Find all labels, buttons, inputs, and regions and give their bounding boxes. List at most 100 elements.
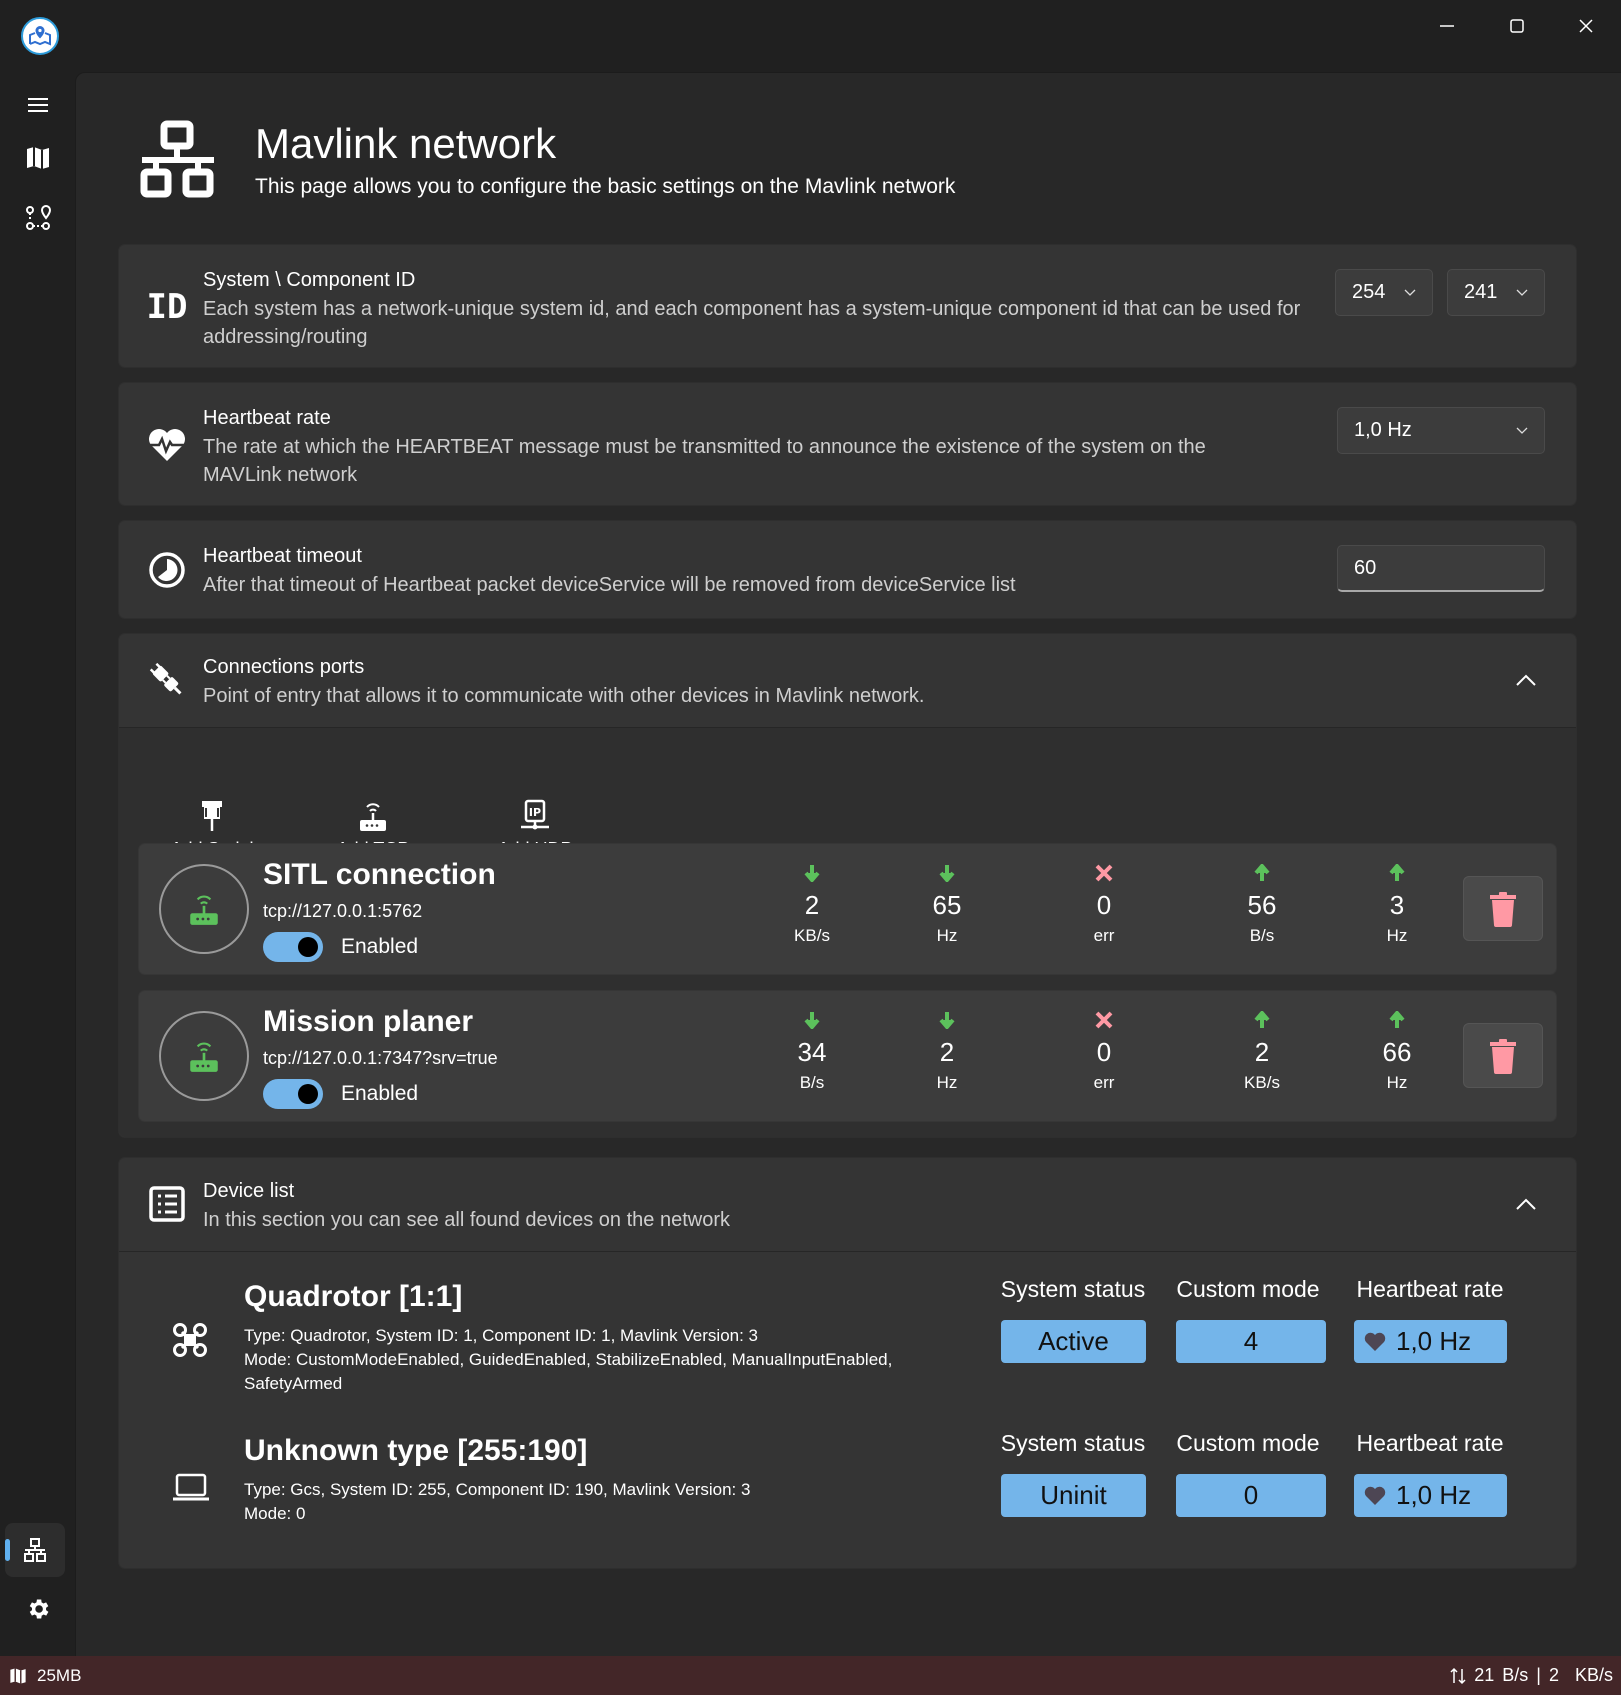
- system-id-dropdown[interactable]: 254: [1335, 269, 1433, 316]
- delete-connection-button[interactable]: [1463, 1023, 1543, 1088]
- chevron-down-icon: [1516, 427, 1528, 434]
- component-id-dropdown[interactable]: 241: [1447, 269, 1545, 316]
- connection-enabled-toggle[interactable]: [263, 1079, 323, 1109]
- system-id-value: 254: [1352, 281, 1386, 303]
- sidebar-item-map[interactable]: [16, 136, 60, 180]
- connections-description: Point of entry that allows it to communi…: [203, 685, 925, 707]
- heartbeat-timeout-value: 60: [1354, 556, 1377, 579]
- trash-icon: [1490, 1038, 1516, 1074]
- heart-pulse-icon: [145, 423, 189, 467]
- gear-icon: [29, 1599, 49, 1619]
- device-list-collapse-button[interactable]: [1506, 1184, 1546, 1224]
- heartbeat-rate-description: The rate at which the HEARTBEAT message …: [203, 436, 1206, 486]
- system-status-label: System status: [1000, 1430, 1146, 1456]
- device-mode-cont: SafetyArmed: [244, 1374, 343, 1393]
- map-icon: [10, 1667, 26, 1684]
- heart-icon: [1364, 1486, 1386, 1505]
- connection-name: Mission planer: [263, 1005, 474, 1038]
- device-mode: Mode: 0: [244, 1504, 306, 1523]
- connection-url: tcp://127.0.0.1:5762: [263, 901, 423, 921]
- svg-text:IP: IP: [529, 806, 541, 819]
- route-icon: [26, 204, 52, 230]
- custom-mode-badge: 0: [1176, 1474, 1326, 1517]
- chevron-up-icon: [1516, 674, 1536, 686]
- heartbeat-rate-title: Heartbeat rate: [203, 407, 331, 429]
- arrow-up-icon: [1389, 864, 1405, 881]
- delete-connection-button[interactable]: [1463, 876, 1543, 941]
- page-subtitle: This page allows you to configure the ba…: [255, 175, 956, 198]
- router-icon: [190, 1042, 218, 1072]
- minimize-icon: [1440, 25, 1454, 27]
- arrow-down-icon: [939, 1012, 955, 1029]
- heartbeat-rate-value: 1,0 Hz: [1354, 419, 1412, 441]
- router-icon: [360, 803, 386, 831]
- system-id-card: ID System \ Component ID Each system has…: [118, 244, 1577, 368]
- page-title: Mavlink network: [255, 120, 557, 167]
- tx-packets-stat: 66 Hz: [1357, 1011, 1437, 1093]
- laptop-icon: [173, 1473, 209, 1501]
- errors-stat: 0 err: [1064, 864, 1144, 946]
- device-info: Type: Gcs, System ID: 255, Component ID:…: [244, 1480, 751, 1499]
- close-button[interactable]: [1561, 8, 1611, 44]
- connection-enabled-toggle[interactable]: [263, 932, 323, 962]
- custom-mode-label: Custom mode: [1176, 1430, 1320, 1456]
- device-name: Unknown type [255:190]: [244, 1434, 588, 1467]
- maximize-button[interactable]: [1492, 8, 1542, 44]
- arrow-down-icon: [939, 865, 955, 882]
- device-name: Quadrotor [1:1]: [244, 1280, 463, 1313]
- arrow-down-icon: [804, 1012, 820, 1029]
- trash-icon: [1490, 891, 1516, 927]
- map-icon: [27, 147, 49, 169]
- arrow-up-icon: [1389, 1011, 1405, 1028]
- menu-button[interactable]: [16, 83, 60, 127]
- heartbeat-timeout-input[interactable]: 60: [1337, 545, 1545, 592]
- list-icon: [145, 1182, 189, 1226]
- heartbeat-timeout-card: Heartbeat timeout After that timeout of …: [118, 520, 1577, 619]
- heartbeat-rate-label: Heartbeat rate: [1356, 1276, 1504, 1302]
- custom-mode-label: Custom mode: [1176, 1276, 1320, 1302]
- chevron-up-icon: [1516, 1198, 1536, 1210]
- rx-packets-stat: 2 Hz: [907, 1011, 987, 1093]
- system-status-label: System status: [1000, 1276, 1146, 1302]
- connection-item: Mission planer tcp://127.0.0.1:7347?srv=…: [138, 990, 1557, 1122]
- connection-enabled-label: Enabled: [341, 935, 419, 958]
- rx-packets-stat: 65 Hz: [907, 864, 987, 946]
- ip-network-icon: IP: [521, 799, 549, 830]
- tx-packets-stat: 3 Hz: [1357, 864, 1437, 946]
- chevron-down-icon: [1404, 289, 1416, 296]
- minimize-button[interactable]: [1422, 8, 1472, 44]
- connections-collapse-button[interactable]: [1506, 660, 1546, 700]
- timer-icon: [145, 548, 189, 592]
- traffic-readout: 21 B/s | 2 KB/s: [1450, 1665, 1613, 1686]
- sidebar: [0, 0, 75, 1656]
- connection-status-circle: [159, 1011, 249, 1101]
- heartbeat-rate-card: Heartbeat rate The rate at which the HEA…: [118, 382, 1577, 506]
- error-x-icon: [1095, 1011, 1113, 1029]
- connection-name: SITL connection: [263, 858, 496, 891]
- network-icon: [24, 1538, 46, 1562]
- router-icon: [190, 895, 218, 925]
- arrow-up-icon: [1254, 1011, 1270, 1028]
- heartbeat-rate-dropdown[interactable]: 1,0 Hz: [1337, 407, 1545, 454]
- arrow-down-icon: [804, 865, 820, 882]
- rx-bytes-stat: 2 KB/s: [772, 864, 852, 946]
- plug-icon: [145, 658, 189, 702]
- heartbeat-timeout-description: After that timeout of Heartbeat packet d…: [203, 574, 1016, 596]
- sidebar-item-network[interactable]: [5, 1523, 65, 1577]
- chevron-down-icon: [1516, 289, 1528, 296]
- heartbeat-timeout-title: Heartbeat timeout: [203, 545, 362, 567]
- sidebar-item-settings[interactable]: [16, 1587, 60, 1631]
- device-list-title: Device list: [203, 1180, 295, 1202]
- custom-mode-badge: 4: [1176, 1320, 1326, 1363]
- errors-stat: 0 err: [1064, 1011, 1144, 1093]
- id-icon: ID: [146, 287, 188, 327]
- hamburger-icon: [28, 98, 48, 112]
- heartbeat-rate-label: Heartbeat rate: [1356, 1430, 1504, 1456]
- status-bar: 25MB 21 B/s | 2 KB/s: [0, 1656, 1621, 1695]
- app-logo: [21, 17, 59, 55]
- maximize-icon: [1510, 19, 1524, 33]
- system-status-badge: Uninit: [1001, 1474, 1146, 1517]
- sidebar-item-route[interactable]: [16, 196, 60, 240]
- device-list-description: In this section you can see all found de…: [203, 1209, 730, 1231]
- connection-enabled-label: Enabled: [341, 1082, 419, 1105]
